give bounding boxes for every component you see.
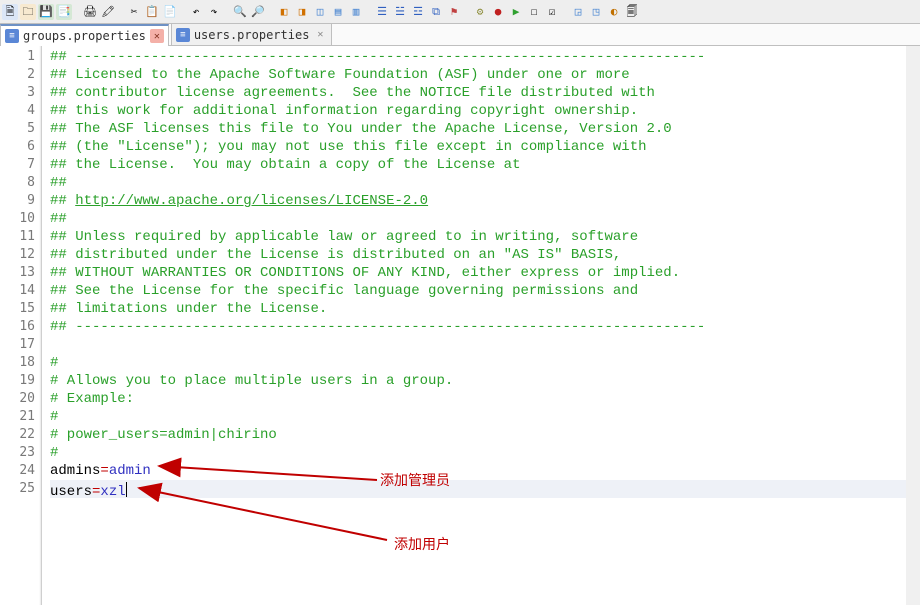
- vertical-scrollbar[interactable]: [906, 46, 920, 605]
- print-icon[interactable]: 🖨: [82, 4, 98, 20]
- code-line[interactable]: ## distributed under the License is dist…: [50, 246, 920, 264]
- line-number: 13: [0, 264, 41, 282]
- line-number: 6: [0, 138, 41, 156]
- paste-icon[interactable]: 📄: [162, 4, 178, 20]
- save-icon[interactable]: 💾: [38, 4, 54, 20]
- code-line[interactable]: ## contributor license agreements. See t…: [50, 84, 920, 102]
- toolbar-icon-generic[interactable]: 🗀: [20, 4, 36, 20]
- code-line[interactable]: # power_users=admin|chirino: [50, 426, 920, 444]
- code-line[interactable]: ##: [50, 210, 920, 228]
- line-number: 14: [0, 282, 41, 300]
- undo-icon[interactable]: ↶: [188, 4, 204, 20]
- line-number: 11: [0, 228, 41, 246]
- toolbar-icon-generic[interactable]: ☱: [392, 4, 408, 20]
- code-line[interactable]: #: [50, 408, 920, 426]
- tab-groups-properties[interactable]: ≡ groups.properties ✕: [0, 24, 169, 46]
- toolbar-icon-generic[interactable]: ▶: [508, 4, 524, 20]
- line-number: 2: [0, 66, 41, 84]
- code-line[interactable]: ## this work for additional information …: [50, 102, 920, 120]
- code-line[interactable]: ## WITHOUT WARRANTIES OR CONDITIONS OF A…: [50, 264, 920, 282]
- line-number: 4: [0, 102, 41, 120]
- line-number: 23: [0, 444, 41, 462]
- line-number-gutter: 1234567891011121314151617181920212223242…: [0, 46, 42, 605]
- line-number: 5: [0, 120, 41, 138]
- tab-users-properties[interactable]: ≡ users.properties ✕: [171, 23, 333, 45]
- toolbar-icon-generic[interactable]: ▤: [330, 4, 346, 20]
- toolbar-icon-generic[interactable]: ◲: [570, 4, 586, 20]
- editor-content[interactable]: ## -------------------------------------…: [42, 46, 920, 605]
- line-number: 3: [0, 84, 41, 102]
- toolbar-icon-generic[interactable]: ◧: [276, 4, 292, 20]
- replace-icon[interactable]: 🔎: [250, 4, 266, 20]
- code-line[interactable]: ## limitations under the License.: [50, 300, 920, 318]
- close-icon[interactable]: ✕: [150, 29, 164, 43]
- toolbar-icon-generic[interactable]: ☲: [410, 4, 426, 20]
- code-line[interactable]: ## The ASF licenses this file to You und…: [50, 120, 920, 138]
- toolbar-icon-generic[interactable]: ☰: [374, 4, 390, 20]
- code-line[interactable]: ## (the "License"); you may not use this…: [50, 138, 920, 156]
- toolbar-icon-generic[interactable]: 🗐: [624, 4, 640, 20]
- toolbar-icon-generic[interactable]: ⚑: [446, 4, 462, 20]
- toolbar-icon-generic[interactable]: ▥: [348, 4, 364, 20]
- toolbar-icon-generic[interactable]: ◨: [294, 4, 310, 20]
- line-number: 9: [0, 192, 41, 210]
- line-number: 20: [0, 390, 41, 408]
- toolbar-icon-generic[interactable]: ◳: [588, 4, 604, 20]
- annotation-arrow-user: [127, 480, 427, 550]
- code-line[interactable]: ##: [50, 174, 920, 192]
- toolbar-icon-generic[interactable]: ●: [490, 4, 506, 20]
- line-number: 8: [0, 174, 41, 192]
- properties-file-icon: ≡: [5, 29, 19, 43]
- toolbar-icon-generic[interactable]: ☑: [544, 4, 560, 20]
- line-number: 25: [0, 480, 41, 498]
- line-number: 21: [0, 408, 41, 426]
- close-icon[interactable]: ✕: [313, 28, 327, 42]
- cut-icon[interactable]: ✂: [126, 4, 142, 20]
- line-number: 17: [0, 336, 41, 354]
- redo-icon[interactable]: ↷: [206, 4, 222, 20]
- save-all-icon[interactable]: 📑: [56, 4, 72, 20]
- tab-bar: ≡ groups.properties ✕ ≡ users.properties…: [0, 24, 920, 46]
- toolbar-icon-generic[interactable]: ☐: [526, 4, 542, 20]
- toolbar-icon-generic[interactable]: 🖍: [100, 4, 116, 20]
- code-line[interactable]: ## Unless required by applicable law or …: [50, 228, 920, 246]
- line-number: 19: [0, 372, 41, 390]
- toolbar-icon-generic[interactable]: ⚙: [472, 4, 488, 20]
- toolbar: 🗎 🗀 💾 📑 🖨 🖍 ✂ 📋 📄 ↶ ↷ 🔍 🔎 ◧ ◨ ◫ ▤ ▥ ☰ ☱ …: [0, 0, 920, 24]
- line-number: 16: [0, 318, 41, 336]
- properties-file-icon: ≡: [176, 28, 190, 42]
- toolbar-icon-generic[interactable]: 🗎: [2, 4, 18, 20]
- copy-icon[interactable]: 📋: [144, 4, 160, 20]
- code-line[interactable]: ## http://www.apache.org/licenses/LICENS…: [50, 192, 920, 210]
- line-number: 15: [0, 300, 41, 318]
- line-number: 18: [0, 354, 41, 372]
- toolbar-icon-generic[interactable]: ◐: [606, 4, 622, 20]
- line-number: 10: [0, 210, 41, 228]
- line-number: 22: [0, 426, 41, 444]
- tab-label: groups.properties: [23, 29, 146, 43]
- tab-label: users.properties: [194, 28, 310, 42]
- code-line[interactable]: ## See the License for the specific lang…: [50, 282, 920, 300]
- line-number: 24: [0, 462, 41, 480]
- code-line[interactable]: ## -------------------------------------…: [50, 48, 920, 66]
- line-number: 12: [0, 246, 41, 264]
- code-line[interactable]: ## -------------------------------------…: [50, 318, 920, 336]
- editor: 1234567891011121314151617181920212223242…: [0, 46, 920, 605]
- toolbar-icon-generic[interactable]: ⧉: [428, 4, 444, 20]
- code-line[interactable]: ## the License. You may obtain a copy of…: [50, 156, 920, 174]
- code-line[interactable]: ## Licensed to the Apache Software Found…: [50, 66, 920, 84]
- code-line[interactable]: # Allows you to place multiple users in …: [50, 372, 920, 390]
- line-number: 7: [0, 156, 41, 174]
- code-line[interactable]: [50, 336, 920, 354]
- code-line[interactable]: #: [50, 354, 920, 372]
- line-number: 1: [0, 48, 41, 66]
- toolbar-icon-generic[interactable]: ◫: [312, 4, 328, 20]
- code-line[interactable]: # Example:: [50, 390, 920, 408]
- search-icon[interactable]: 🔍: [232, 4, 248, 20]
